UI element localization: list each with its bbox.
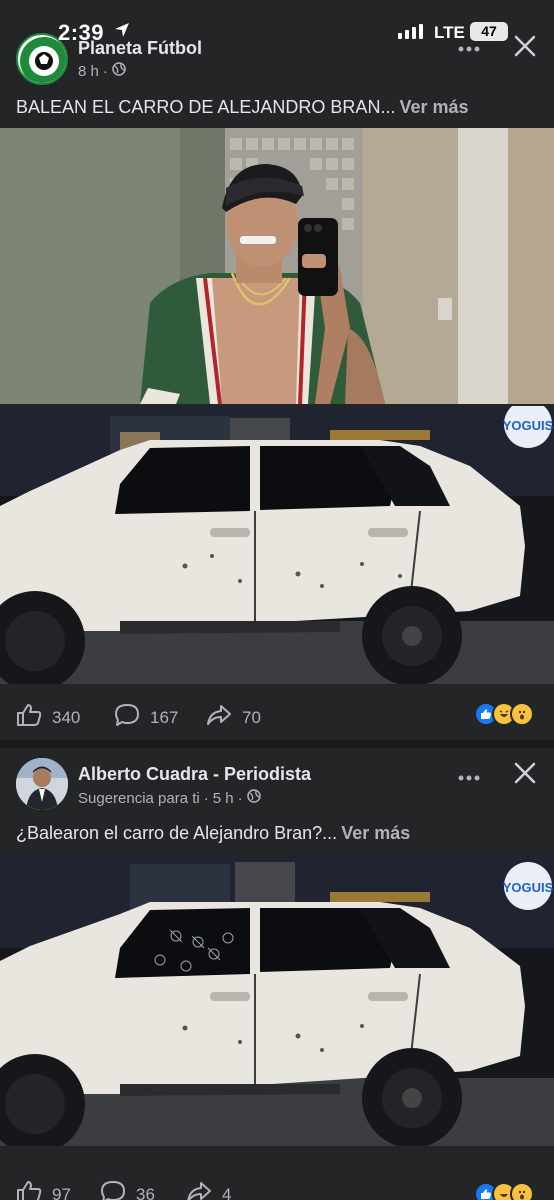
post-time[interactable]: 5 h: [213, 790, 234, 807]
share-count: 4: [222, 1184, 232, 1200]
post-meta: 8 h ·: [78, 62, 126, 80]
network-label: LTE: [434, 23, 465, 42]
like-button[interactable]: 340: [16, 703, 80, 732]
globe-icon: [112, 62, 126, 80]
like-count: 97: [52, 1184, 71, 1200]
post-meta: Sugerencia para ti · 5 h ·: [78, 789, 261, 807]
post-author[interactable]: Alberto Cuadra - Periodista: [78, 764, 311, 785]
author-avatar[interactable]: [16, 758, 68, 810]
see-more-link[interactable]: Ver más: [341, 823, 410, 843]
caption-text: ¿Balearon el carro de Alejandro Bran?...: [16, 823, 338, 843]
comment-button[interactable]: 167: [114, 703, 178, 732]
comment-count: 36: [136, 1184, 155, 1200]
comment-count: 167: [150, 707, 179, 727]
status-bar: 2:39 LTE 47: [0, 0, 554, 45]
comment-button[interactable]: 36: [100, 1180, 155, 1200]
like-icon: [16, 703, 42, 732]
share-count: 70: [242, 707, 261, 727]
share-icon: [186, 1180, 212, 1200]
like-button[interactable]: 97: [16, 1180, 71, 1200]
like-count: 340: [52, 707, 81, 727]
more-icon[interactable]: [458, 769, 480, 787]
photo-sign-text: YOGUIS: [503, 880, 554, 895]
reaction-summary[interactable]: [474, 702, 534, 726]
wow-reaction-icon: [510, 1182, 534, 1200]
signal-icon: [398, 24, 423, 39]
location-arrow-icon: [114, 22, 130, 43]
battery-indicator: 47: [470, 22, 508, 41]
post-time[interactable]: 8 h: [78, 63, 99, 80]
feed-post: Alberto Cuadra - Periodista Sugerencia p…: [0, 748, 554, 1200]
photo-sign-text: YOGUIS: [503, 418, 554, 433]
suggestion-label: Sugerencia para ti: [78, 789, 200, 807]
share-icon: [206, 703, 232, 732]
post-photo-car[interactable]: YOGUIS: [0, 406, 554, 684]
post-photo-car[interactable]: YOGUIS: [0, 856, 554, 1146]
caption-text: BALEAN EL CARRO DE ALEJANDRO BRAN...: [16, 97, 396, 117]
globe-icon: [246, 789, 261, 807]
close-icon[interactable]: [514, 762, 536, 789]
post-separator: [0, 740, 554, 748]
like-icon: [16, 1180, 42, 1200]
post-caption: ¿Balearon el carro de Alejandro Bran?...…: [16, 823, 410, 844]
status-time: 2:39: [58, 20, 105, 45]
comment-icon: [100, 1180, 126, 1200]
share-button[interactable]: 70: [206, 703, 261, 732]
reaction-summary[interactable]: [474, 1182, 534, 1200]
comment-icon: [114, 703, 140, 732]
post-caption: BALEAN EL CARRO DE ALEJANDRO BRAN... Ver …: [16, 97, 469, 118]
post-actions: 340 167 70: [0, 686, 554, 742]
wow-reaction-icon: [510, 702, 534, 726]
share-button[interactable]: 4: [186, 1180, 231, 1200]
post-photo-selfie[interactable]: [0, 128, 554, 404]
post-actions: 97 36 4: [0, 1150, 554, 1200]
feed-post: Planeta Fútbol 8 h · BALEAN EL CARRO DE …: [0, 0, 554, 740]
see-more-link[interactable]: Ver más: [399, 97, 468, 117]
